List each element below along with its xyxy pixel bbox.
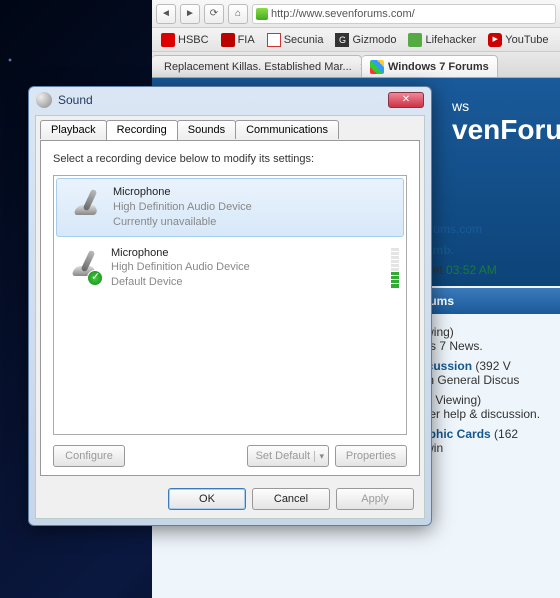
panel-buttons: Configure Set Default Properties [53,445,407,467]
reload-button[interactable]: ⟳ [204,4,224,24]
bookmarks-bar: HSBC FIA Secunia GGizmodo Lifehacker ▶Yo… [152,28,560,52]
device-status: Default Device [111,275,250,290]
microphone-icon [65,185,105,225]
microphone-icon [63,246,103,286]
device-microphone-default[interactable]: Microphone High Definition Audio Device … [54,239,406,298]
configure-button[interactable]: Configure [53,445,125,467]
properties-button[interactable]: Properties [335,445,407,467]
apply-button[interactable]: Apply [336,488,414,510]
bookmark-secunia[interactable]: Secunia [262,33,329,47]
home-button[interactable]: ⌂ [228,4,248,24]
fia-icon [221,33,235,47]
address-text: http://www.sevenforums.com/ [271,8,415,20]
device-name: Microphone [113,185,252,200]
instruction-text: Select a recording device below to modif… [53,153,407,165]
dialog-footer: OK Cancel Apply [36,480,424,518]
lifehacker-icon [408,33,422,47]
gizmodo-icon: G [335,33,349,47]
browser-toolbar: ◄ ► ⟳ ⌂ http://www.sevenforums.com/ [152,0,560,28]
bookmark-fia[interactable]: FIA [216,33,260,47]
bookmark-gizmodo[interactable]: GGizmodo [330,33,401,47]
youtube-icon: ▶ [488,33,502,47]
device-list[interactable]: Microphone High Definition Audio Device … [53,175,407,435]
hsbc-icon [161,33,175,47]
bookmark-lifehacker[interactable]: Lifehacker [403,33,481,47]
secunia-icon [267,33,281,47]
tab-windows-7-forums[interactable]: Windows 7 Forums [362,55,498,77]
windows-icon [370,60,384,74]
device-name: Microphone [111,246,250,261]
browser-tabs: Replacement Killas. Established Mar...× … [152,52,560,78]
default-check-icon [87,270,103,286]
ok-button[interactable]: OK [168,488,246,510]
dialog-tabs: Playback Recording Sounds Communications [36,116,424,139]
tab-communications[interactable]: Communications [235,120,339,139]
tab-recording[interactable]: Recording [106,120,178,140]
sound-dialog: Sound ✕ Playback Recording Sounds Commun… [28,86,432,526]
tab-replacement-killas[interactable]: Replacement Killas. Established Mar...× [152,55,362,77]
bookmark-hsbc[interactable]: HSBC [156,33,214,47]
forward-button[interactable]: ► [180,4,200,24]
bookmark-youtube[interactable]: ▶YouTube [483,33,553,47]
tab-sounds[interactable]: Sounds [177,120,236,139]
set-default-button[interactable]: Set Default [247,445,329,467]
cancel-button[interactable]: Cancel [252,488,330,510]
dialog-title-text: Sound [58,93,93,107]
sound-icon [36,92,52,108]
device-status: Currently unavailable [113,215,252,230]
dialog-titlebar[interactable]: Sound ✕ [30,88,430,112]
dialog-body: Playback Recording Sounds Communications… [35,115,425,519]
device-desc: High Definition Audio Device [111,260,250,275]
back-button[interactable]: ◄ [156,4,176,24]
address-bar[interactable]: http://www.sevenforums.com/ [252,4,556,24]
recording-panel: Select a recording device below to modif… [40,140,420,476]
level-meter [391,248,399,288]
device-microphone-unavailable[interactable]: Microphone High Definition Audio Device … [56,178,404,237]
device-desc: High Definition Audio Device [113,200,252,215]
tab-playback[interactable]: Playback [40,120,107,139]
close-button[interactable]: ✕ [388,92,424,108]
